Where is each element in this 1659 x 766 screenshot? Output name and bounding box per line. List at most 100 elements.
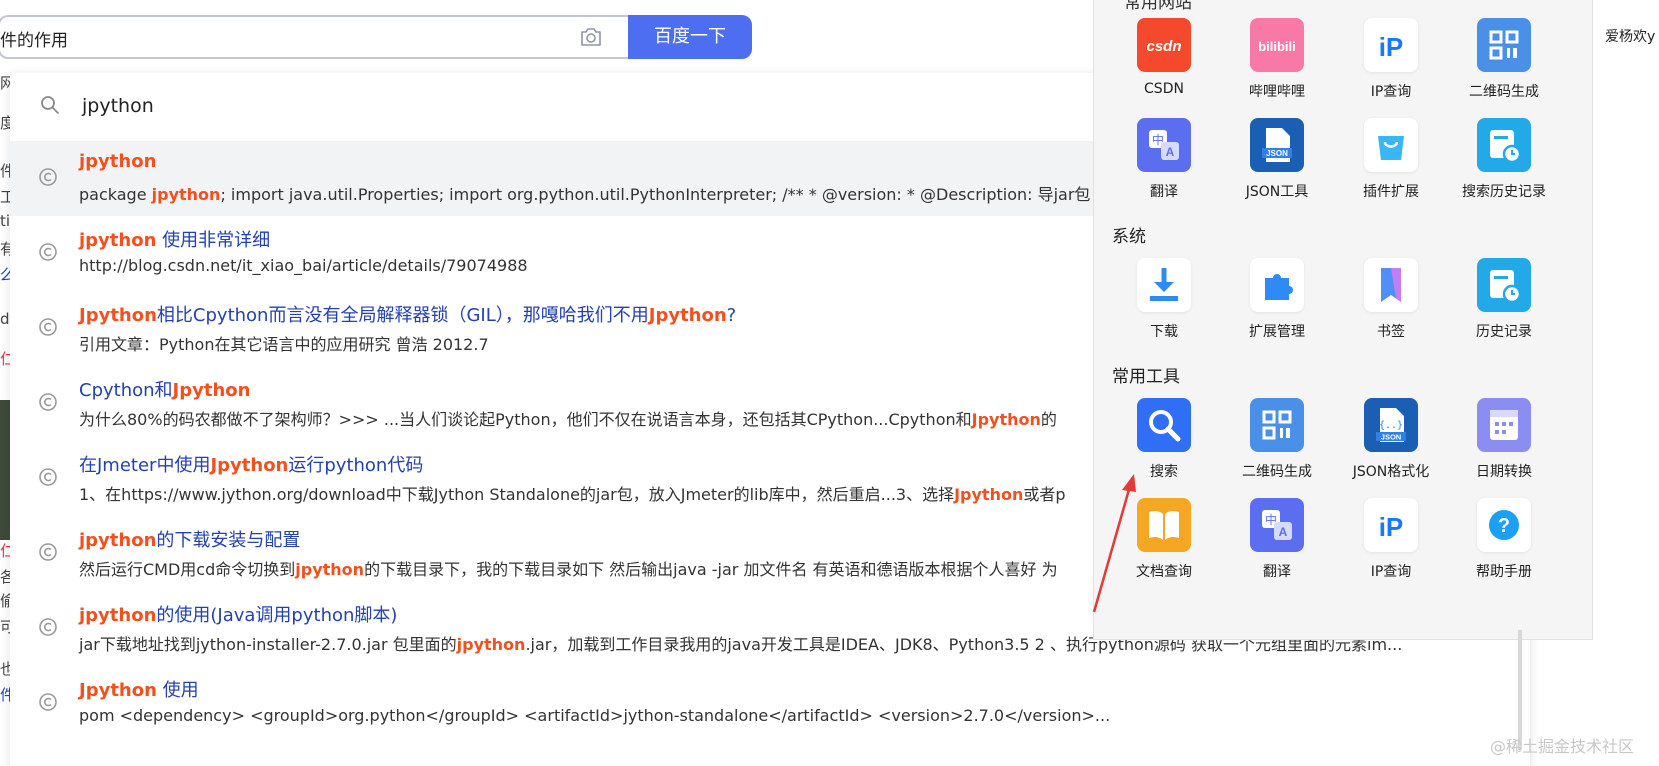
app-tile[interactable]: bilibili 哔哩哔哩 <box>1219 18 1335 118</box>
suggestion-title[interactable]: jpython的使用(Java调用python脚本) <box>79 601 397 627</box>
svg-text:{..}: {..} <box>1379 420 1403 431</box>
bookmark-icon[interactable] <box>1364 258 1418 312</box>
highlight-text: Jpython <box>954 485 1024 504</box>
highlight-text: Jpython <box>79 680 157 701</box>
search-icon[interactable] <box>1137 398 1191 452</box>
app-tile[interactable]: 文档查询 <box>1106 498 1222 598</box>
app-label: 日期转换 <box>1476 464 1532 480</box>
qrcode-icon[interactable] <box>1477 18 1531 72</box>
left-fragment: 件 <box>0 162 10 180</box>
svg-text:csdn: csdn <box>1146 38 1181 55</box>
qrcode-icon[interactable] <box>1250 398 1304 452</box>
suggestion-desc: 为什么80%的码农都做不了架构师？>>> ...当人们谈论起Python，他们不… <box>79 406 1057 430</box>
search-icon <box>41 96 59 114</box>
user-name[interactable]: 爱杨欢y <box>1605 26 1655 46</box>
suggestion-item[interactable]: Jpython 使用 pom <dependency> <groupId>org.… <box>10 666 1530 741</box>
app-tile[interactable]: 扩展管理 <box>1219 258 1335 358</box>
history-icon[interactable] <box>1477 118 1531 172</box>
app-tile[interactable]: 搜索 <box>1106 398 1222 498</box>
app-tile[interactable]: JSON JSON工具 <box>1219 118 1335 218</box>
scrollbar[interactable] <box>1518 630 1522 750</box>
translate-icon[interactable]: 中A <box>1137 118 1191 172</box>
history-clock-icon <box>39 243 57 261</box>
suggestion-query: jpython <box>82 95 154 117</box>
app-label: CSDN <box>1144 81 1184 97</box>
app-tile[interactable]: 二维码生成 <box>1446 18 1562 118</box>
app-tile[interactable]: 下载 <box>1106 258 1222 358</box>
svg-text:JSON: JSON <box>1381 433 1401 442</box>
app-tile[interactable]: 二维码生成 <box>1219 398 1335 498</box>
json-file-icon[interactable]: JSON <box>1250 118 1304 172</box>
svg-text:JSON: JSON <box>1266 149 1288 158</box>
app-tile[interactable]: 搜索历史记录 <box>1446 118 1562 218</box>
highlight-text: jpython <box>79 605 157 626</box>
search-input[interactable]: 件的作用 <box>0 26 68 51</box>
title-text: 运行python代码 <box>288 455 424 476</box>
app-tile[interactable]: 中 A 翻译 <box>1106 118 1222 218</box>
app-tile[interactable]: 中 A 翻译 <box>1219 498 1335 598</box>
suggestion-title[interactable]: Cpython和Jpython <box>79 376 250 402</box>
highlight-text: Jpython <box>172 380 251 401</box>
history-clock-icon <box>39 693 57 711</box>
history-clock-icon <box>39 393 57 411</box>
suggestion-title[interactable]: 在Jmeter中使用Jpython运行python代码 <box>79 451 423 477</box>
left-fragment: 仁 <box>0 350 10 368</box>
app-label: IP查询 <box>1370 564 1412 580</box>
app-label: 扩展管理 <box>1249 324 1305 340</box>
app-label: 历史记录 <box>1476 324 1532 340</box>
app-tile[interactable]: iP IP查询 <box>1333 498 1449 598</box>
baidu-search-box[interactable]: 件的作用 <box>0 15 628 59</box>
suggestion-title[interactable]: jpython 使用非常详细 <box>79 226 270 252</box>
app-tile[interactable]: 书签 <box>1333 258 1449 358</box>
json-format-icon[interactable]: {..} JSON <box>1364 398 1418 452</box>
book-icon[interactable] <box>1137 498 1191 552</box>
ip-icon[interactable]: iP <box>1364 18 1418 72</box>
calendar-icon[interactable] <box>1477 398 1531 452</box>
app-tile[interactable]: csdn CSDN <box>1106 18 1222 118</box>
left-fragment: 可 <box>0 618 10 636</box>
suggestion-title[interactable]: jpython的下载安装与配置 <box>79 526 300 552</box>
app-tile[interactable]: 日期转换 <box>1446 398 1562 498</box>
help-icon[interactable]: ? <box>1477 498 1531 552</box>
app-label: 翻译 <box>1263 564 1291 580</box>
app-tile[interactable]: iP IP查询 <box>1333 18 1449 118</box>
app-tile[interactable]: 插件扩展 <box>1333 118 1449 218</box>
suggestion-desc: 然后运行CMD用cd命令切换到jpython的下载目录下，我的下载目录如下 然后… <box>79 556 1058 580</box>
camera-icon[interactable] <box>580 27 602 47</box>
highlight-text: Jpython <box>648 305 727 326</box>
ip-icon[interactable]: iP <box>1364 498 1418 552</box>
download-icon[interactable] <box>1137 258 1191 312</box>
app-label: JSON格式化 <box>1352 464 1430 480</box>
app-label: 二维码生成 <box>1242 464 1312 480</box>
app-label: 二维码生成 <box>1469 84 1539 100</box>
title-text: 在Jmeter中使用 <box>79 455 211 476</box>
app-label: 书签 <box>1377 324 1405 340</box>
title-text: 使用 <box>156 680 199 701</box>
suggestion-title[interactable]: jpython <box>79 151 156 172</box>
translate-icon[interactable]: 中A <box>1250 498 1304 552</box>
app-label: IP查询 <box>1370 84 1412 100</box>
puzzle-icon[interactable] <box>1250 258 1304 312</box>
apps-panel: 常用网站 csdn CSDN bilibili 哔哩哔哩 iP IP查询 二维码生成 中A翻… <box>1093 0 1593 640</box>
bilibili-icon[interactable]: bilibili <box>1250 18 1304 72</box>
left-fragment: 么 <box>0 266 10 284</box>
bag-icon[interactable] <box>1364 118 1418 172</box>
app-tile[interactable]: {..} JSON JSON格式化 <box>1333 398 1449 498</box>
title-text: Cpython和 <box>79 380 173 401</box>
highlight-text: Jpython <box>971 410 1041 429</box>
app-label: 搜索历史记录 <box>1462 184 1546 200</box>
desc-text: 为什么80%的码农都做不了架构师？>>> ...当人们谈论起Python，他们不… <box>79 410 972 429</box>
highlight-text: jpython <box>456 635 526 654</box>
app-tile[interactable]: ? 帮助手册 <box>1446 498 1562 598</box>
app-tile[interactable]: 历史记录 <box>1446 258 1562 358</box>
svg-text:iP: iP <box>1379 512 1404 542</box>
highlight-text: Jpython <box>79 305 157 326</box>
app-label: 帮助手册 <box>1476 564 1532 580</box>
search-button[interactable]: 百度一下 <box>628 15 752 59</box>
csdn-icon[interactable]: csdn <box>1137 18 1191 72</box>
svg-text:?: ? <box>1498 515 1510 537</box>
suggestion-title[interactable]: Jpython 使用 <box>79 676 199 702</box>
history-icon[interactable] <box>1477 258 1531 312</box>
desc-text: jar下载地址找到jython-installer-2.7.0.jar 包里面的 <box>79 635 457 654</box>
suggestion-title[interactable]: Jpython相比Cpython而言没有全局解释器锁（GIL），那嘎哈我们不用J… <box>79 301 736 327</box>
